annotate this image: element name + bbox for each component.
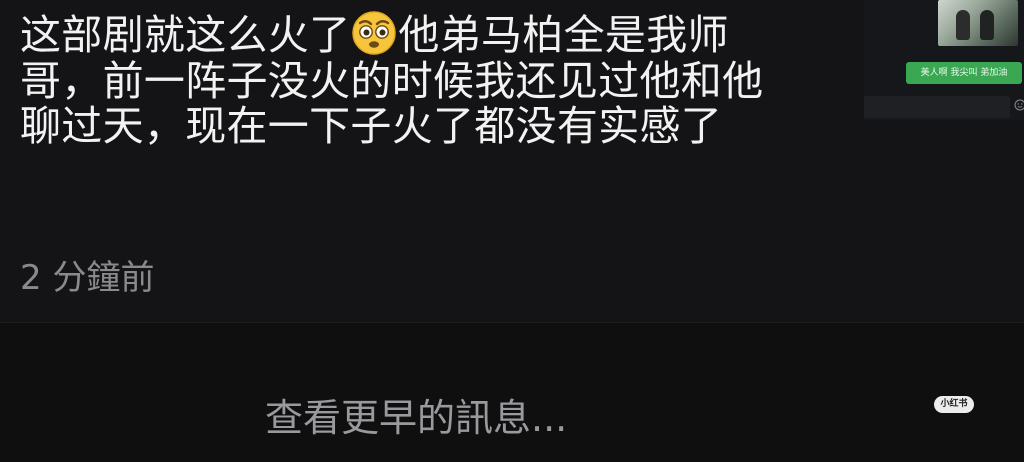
screen: 这部剧就这么火了 他弟马柏全是我师哥，前一阵子没火的时候我还见过他和他聊过天，现… bbox=[0, 0, 1024, 462]
divider bbox=[0, 322, 1024, 323]
thumbnail-input-bar bbox=[864, 96, 1010, 118]
thumbnail-figure bbox=[956, 10, 970, 40]
thumbnail-photo bbox=[938, 0, 1018, 46]
comment-text: 这部剧就这么火了 他弟马柏全是我师哥，前一阵子没火的时候我还见过他和他聊过天，现… bbox=[20, 10, 800, 150]
chat-preview-thumbnail[interactable]: 美人啊 我尖叫 弟加油 bbox=[864, 0, 1024, 120]
load-earlier-messages-button[interactable]: 查看更早的訊息... bbox=[265, 392, 567, 444]
comment-text-part-1: 这部剧就这么火了 bbox=[20, 11, 351, 59]
flushed-face-emoji-icon bbox=[352, 11, 397, 55]
smile-icon bbox=[1014, 99, 1024, 111]
comment-timestamp: 2 分鐘前 bbox=[20, 258, 155, 298]
thumbnail-chat-bubble: 美人啊 我尖叫 弟加油 bbox=[906, 62, 1022, 84]
xiaohongshu-watermark: 小红书 bbox=[934, 396, 974, 413]
thumbnail-figure bbox=[980, 10, 994, 40]
